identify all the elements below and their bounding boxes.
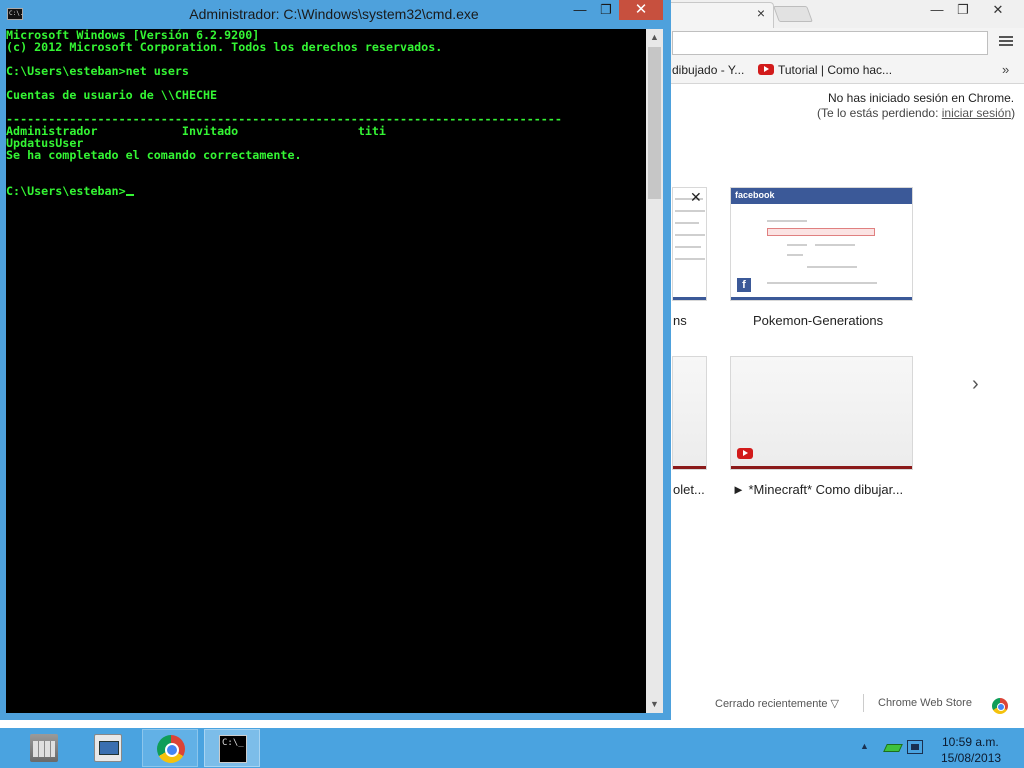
bookmark-label: dibujado - Y... xyxy=(672,63,745,77)
taskbar-file-explorer[interactable] xyxy=(16,729,72,767)
most-visited-thumbnail[interactable]: facebook f xyxy=(730,187,913,301)
most-visited-thumbnail[interactable] xyxy=(672,356,707,470)
scrollbar-thumb[interactable] xyxy=(648,47,661,199)
chevron-right-icon[interactable]: › xyxy=(972,373,979,396)
console-line: (c) 2012 Microsoft Corporation. Todos lo… xyxy=(6,40,443,54)
thumbnail-caption: ns xyxy=(673,313,687,328)
thumbnail-close-icon[interactable]: ✕ xyxy=(690,189,702,206)
web-store-icon[interactable] xyxy=(992,698,1008,714)
taskbar-performance-monitor[interactable] xyxy=(80,729,136,767)
performance-monitor-icon xyxy=(94,734,122,762)
file-explorer-icon xyxy=(30,734,58,762)
console-line: Se ha completado el comando correctament… xyxy=(6,148,302,162)
taskbar-google-chrome[interactable] xyxy=(142,729,198,767)
cmd-window: C:\. Administrador: C:\Windows\system32\… xyxy=(0,0,671,720)
youtube-icon xyxy=(737,448,753,459)
taskbar-command-prompt[interactable]: C:\_ xyxy=(204,729,260,767)
command-prompt-icon: C:\_ xyxy=(219,735,247,763)
thumbnail-caption: olet... xyxy=(673,482,705,497)
text-cursor xyxy=(125,194,134,196)
new-tab-button[interactable] xyxy=(773,6,813,22)
console-output[interactable]: Microsoft Windows [Versión 6.2.9200] (c)… xyxy=(6,29,646,713)
taskbar: C:\_ ▲ 10:59 a.m. 15/08/2013 xyxy=(0,728,1024,768)
network-icon[interactable] xyxy=(907,740,923,754)
console-text: Microsoft Windows [Versión 6.2.9200] (c)… xyxy=(6,29,646,197)
cmd-titlebar[interactable]: C:\. Administrador: C:\Windows\system32\… xyxy=(0,0,671,28)
chrome-icon xyxy=(157,735,185,763)
minimize-button[interactable]: — xyxy=(567,0,593,20)
facebook-icon: f xyxy=(737,278,751,292)
vertical-scrollbar[interactable]: ▲ ▼ xyxy=(646,29,663,713)
omnibox[interactable] xyxy=(672,31,988,55)
console-line: C:\Users\esteban> xyxy=(6,184,126,198)
signin-link[interactable]: iniciar sesión xyxy=(942,106,1011,120)
signin-prompt: (Te lo estás perdiendo: iniciar sesión) xyxy=(817,106,1016,120)
youtube-icon xyxy=(758,64,774,75)
clock-date[interactable]: 15/08/2013 xyxy=(941,751,1001,765)
most-visited-thumbnail[interactable] xyxy=(730,356,913,470)
thumbnail-caption: ► *Minecraft* Como dibujar... xyxy=(732,482,904,497)
bookmark-item[interactable]: dibujado - Y... xyxy=(672,63,744,77)
web-store-link[interactable]: Chrome Web Store xyxy=(878,697,972,709)
footer-divider xyxy=(863,694,864,712)
bookmarks-overflow-button[interactable]: » xyxy=(1002,62,1009,77)
console-line: Cuentas de usuario de \\CHECHE xyxy=(6,88,218,102)
scroll-up-arrow-icon[interactable]: ▲ xyxy=(646,29,663,46)
show-hidden-icons-icon[interactable]: ▲ xyxy=(860,741,869,768)
signin-status: No has iniciado sesión en Chrome. xyxy=(828,91,1015,105)
thumbnail-bar-label: facebook xyxy=(735,190,775,200)
maximize-button[interactable]: ❐ xyxy=(593,0,619,20)
recently-closed-button[interactable]: Cerrado recientemente ▽ xyxy=(715,697,839,710)
chrome-menu-icon[interactable] xyxy=(996,34,1016,50)
bookmark-label: Tutorial | Como hac... xyxy=(778,63,893,77)
chrome-minimize-button[interactable]: — xyxy=(924,0,950,20)
console-line: C:\Users\esteban>net users xyxy=(6,64,189,78)
battery-icon[interactable] xyxy=(883,744,903,752)
scroll-down-arrow-icon[interactable]: ▼ xyxy=(646,696,663,713)
close-button[interactable]: ✕ xyxy=(619,0,663,20)
thumbnail-caption: Pokemon-Generations xyxy=(753,313,884,328)
tab-close-icon[interactable]: × xyxy=(753,5,769,21)
chrome-maximize-button[interactable]: ❐ xyxy=(950,0,976,20)
chrome-close-button[interactable]: ✕ xyxy=(976,0,1020,20)
clock-time[interactable]: 10:59 a.m. xyxy=(942,735,999,749)
bookmark-item[interactable]: Tutorial | Como hac... xyxy=(758,63,892,77)
